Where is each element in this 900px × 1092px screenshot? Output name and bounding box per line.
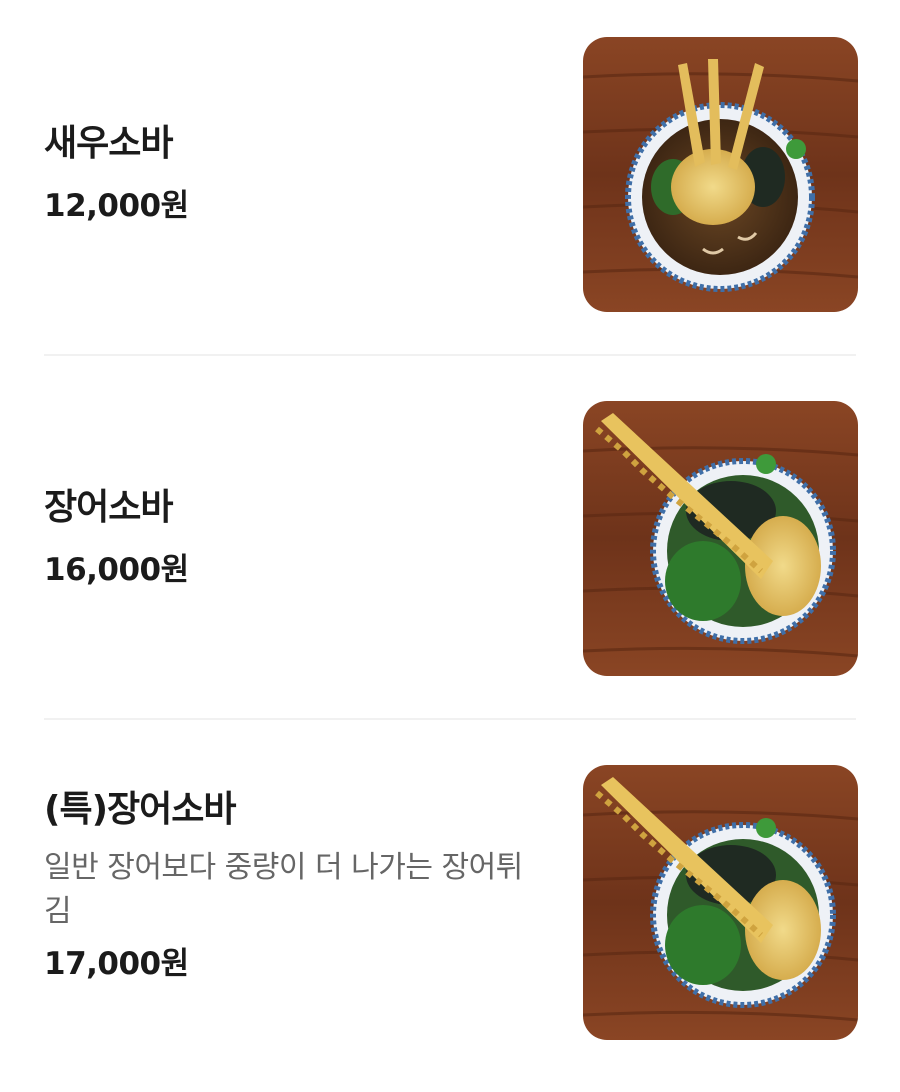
divider [44,718,856,720]
special-eel-soba-photo[interactable] [583,765,858,1040]
menu-item-text: (특)장어소바 일반 장어보다 중량이 더 나가는 장어튀김 17,000원 [44,788,544,984]
shrimp-soba-photo[interactable] [583,37,858,312]
menu-item-price: 17,000원 [44,946,189,982]
menu-item-description: 일반 장어보다 중량이 더 나가는 장어튀김 [44,850,523,929]
menu-item-name: 장어소바 [44,487,173,528]
menu-item-special-eel-soba[interactable]: (특)장어소바 일반 장어보다 중량이 더 나가는 장어튀김 17,000원 [0,728,900,1092]
menu-item-shrimp-soba[interactable]: 새우소바 12,000원 [0,0,900,364]
menu-item-text: 새우소바 12,000원 [44,122,544,226]
menu-item-eel-soba[interactable]: 장어소바 16,000원 [0,364,900,728]
menu-item-price: 16,000원 [44,552,189,588]
menu-item-name: 새우소바 [44,123,173,164]
eel-soba-photo[interactable] [583,401,858,676]
menu-item-name: (특)장어소바 [44,789,237,830]
divider [44,354,856,356]
menu-list: 새우소바 12,000원 장어소바 16,000원 (특)장어소바 일반 장어보… [0,0,900,1082]
menu-item-text: 장어소바 16,000원 [44,486,544,590]
menu-item-price: 12,000원 [44,188,189,224]
